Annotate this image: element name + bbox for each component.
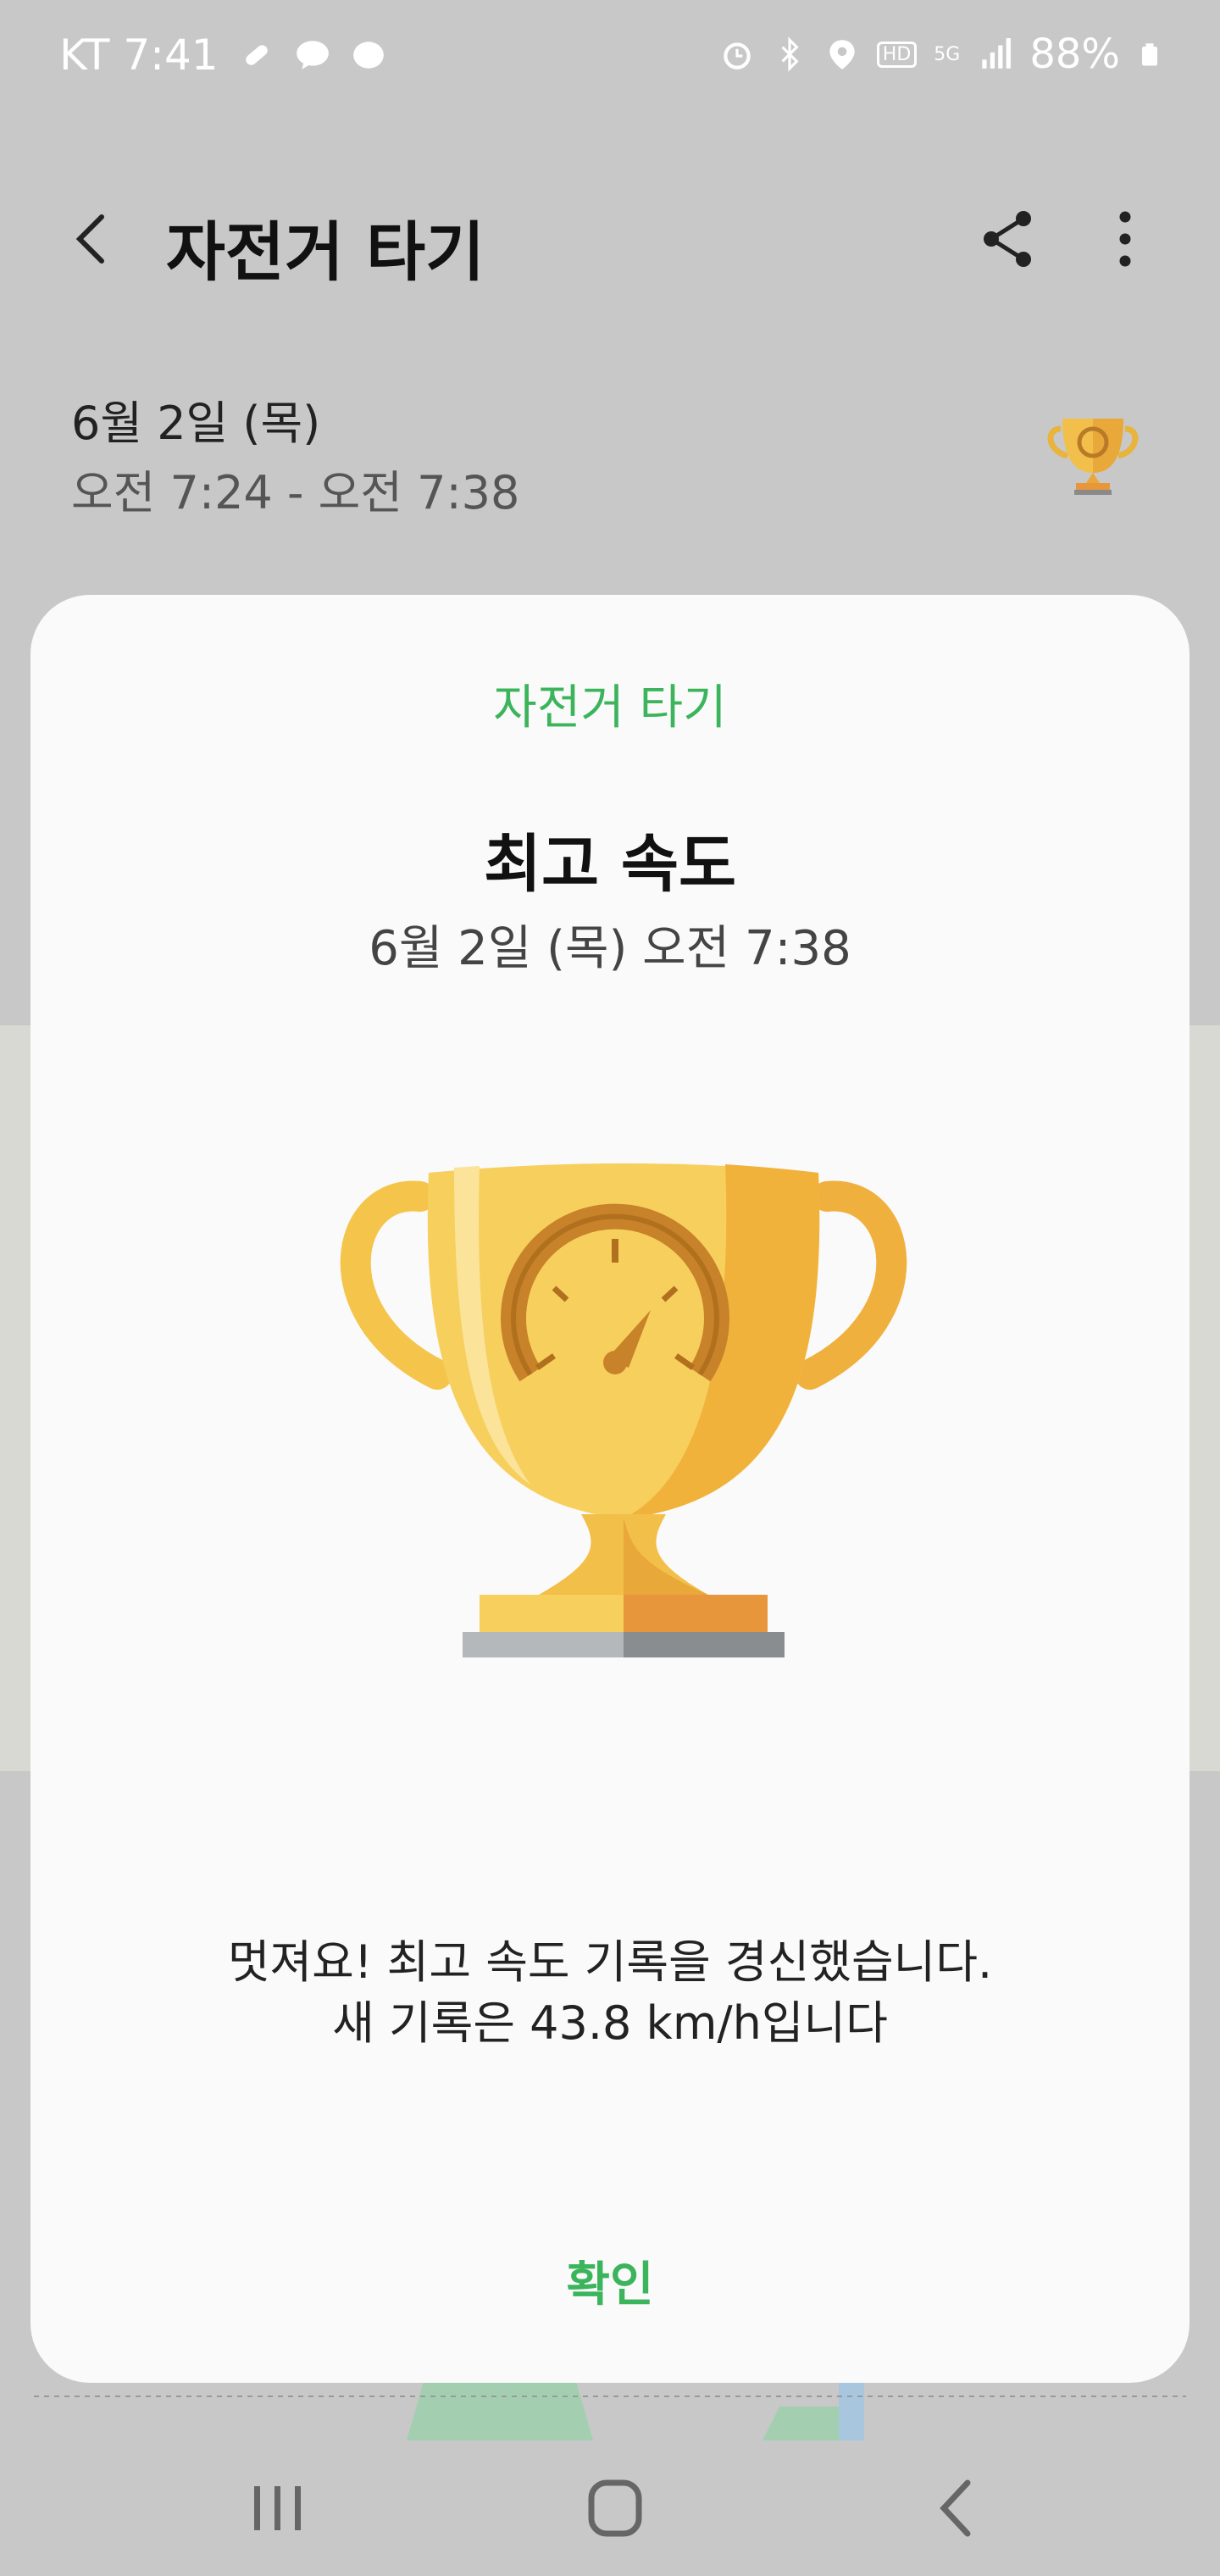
message-line-2: 새 기록은 43.8 km/h입니다 xyxy=(332,1996,888,2050)
hd-badge: HD xyxy=(876,41,918,68)
share-icon[interactable] xyxy=(974,205,1042,273)
dialog-message: 멋져요! 최고 속도 기록을 경신했습니다. 새 기록은 43.8 km/h입니… xyxy=(30,1932,1190,2054)
workout-time-range: 오전 7:24 - 오전 7:38 xyxy=(71,466,520,519)
trophy-icon[interactable] xyxy=(1042,398,1144,500)
home-icon[interactable] xyxy=(573,2474,657,2542)
back-icon[interactable] xyxy=(59,205,127,273)
message-line-1: 멋져요! 최고 속도 기록을 경신했습니다. xyxy=(227,1935,993,1989)
page-title: 자전거 타기 xyxy=(166,214,485,290)
bluetooth-icon xyxy=(781,36,799,72)
status-left: KT 7:41 xyxy=(59,31,386,80)
status-right: HD 5G 88% xyxy=(719,31,1162,78)
chat-icon xyxy=(352,42,384,69)
more-icon[interactable] xyxy=(1091,205,1159,273)
alarm-icon xyxy=(724,42,751,69)
nav-back-icon[interactable] xyxy=(915,2474,1000,2542)
chart-edge xyxy=(34,2373,1186,2440)
achievement-dialog: 자전거 타기 최고 속도 6월 2일 (목) 오전 7:38 멋져요! 최고 속… xyxy=(30,595,1190,2383)
location-icon xyxy=(829,40,855,69)
workout-date: 6월 2일 (목) xyxy=(71,397,321,450)
signal-icon xyxy=(982,38,1012,69)
navigation-bar xyxy=(0,2440,1220,2576)
trophy-illustration xyxy=(340,1163,907,1657)
dialog-title: 최고 속도 xyxy=(483,828,737,901)
map-edge-left xyxy=(0,1025,34,1771)
pill-icon xyxy=(245,45,268,65)
recents-icon[interactable] xyxy=(236,2474,320,2542)
battery-icon xyxy=(1142,43,1157,66)
5g-badge: 5G xyxy=(934,43,961,65)
map-edge-right xyxy=(1186,1025,1220,1771)
talk-icon xyxy=(296,41,329,69)
carrier-time: KT 7:41 xyxy=(59,31,219,80)
dialog-category: 자전거 타기 xyxy=(493,680,727,736)
confirm-button[interactable]: 확인 xyxy=(441,2239,779,2332)
battery-text: 88% xyxy=(1029,31,1120,78)
app-bar: 자전거 타기 xyxy=(0,186,1220,305)
status-bar: KT 7:41 HD 5G 88% xyxy=(0,0,1220,119)
dialog-datetime: 6월 2일 (목) 오전 7:38 xyxy=(369,921,851,976)
